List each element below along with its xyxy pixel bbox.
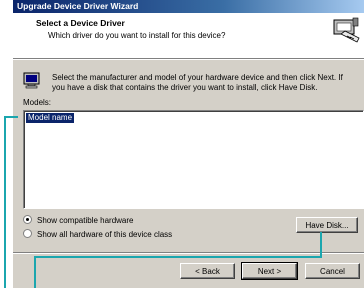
next-button[interactable]: Next > xyxy=(241,262,298,280)
radio-empty-icon xyxy=(23,229,32,239)
callout-line-vertical-left xyxy=(4,116,6,288)
window-title: Upgrade Device Driver Wizard xyxy=(17,1,139,11)
header-divider xyxy=(13,59,364,60)
page-subtitle: Which driver do you want to install for … xyxy=(48,31,226,40)
callout-line-model-name xyxy=(4,116,18,118)
show-all-radio[interactable]: Show all hardware of this device class xyxy=(23,229,173,239)
cancel-button[interactable]: Cancel xyxy=(305,263,360,279)
show-compatible-label: Show compatible hardware xyxy=(37,216,134,225)
wizard-header: Select a Device Driver Which driver do y… xyxy=(13,13,364,59)
wizard-hardware-icon xyxy=(333,17,360,43)
models-listbox[interactable]: Model name xyxy=(23,110,364,209)
show-compatible-radio[interactable]: Show compatible hardware xyxy=(23,215,134,225)
instruction-text: Select the manufacturer and model of you… xyxy=(52,73,343,92)
show-all-label: Show all hardware of this device class xyxy=(37,230,173,239)
callout-line-have-disk-drop xyxy=(34,256,36,288)
have-disk-button[interactable]: Have Disk... xyxy=(296,217,358,233)
computer-monitor-icon xyxy=(23,72,40,89)
title-bar: Upgrade Device Driver Wizard xyxy=(13,0,364,13)
footer-divider xyxy=(13,252,364,254)
back-button[interactable]: < Back xyxy=(180,263,235,279)
wizard-window: Upgrade Device Driver Wizard Select a De… xyxy=(13,0,364,288)
radio-selected-icon xyxy=(23,215,32,225)
model-name-column-header[interactable]: Model name xyxy=(24,112,76,124)
models-label: Models: xyxy=(23,98,52,107)
callout-line-have-disk-horizontal xyxy=(34,256,322,258)
page-title: Select a Device Driver xyxy=(36,18,125,28)
callout-line-have-disk-vertical xyxy=(320,232,322,256)
